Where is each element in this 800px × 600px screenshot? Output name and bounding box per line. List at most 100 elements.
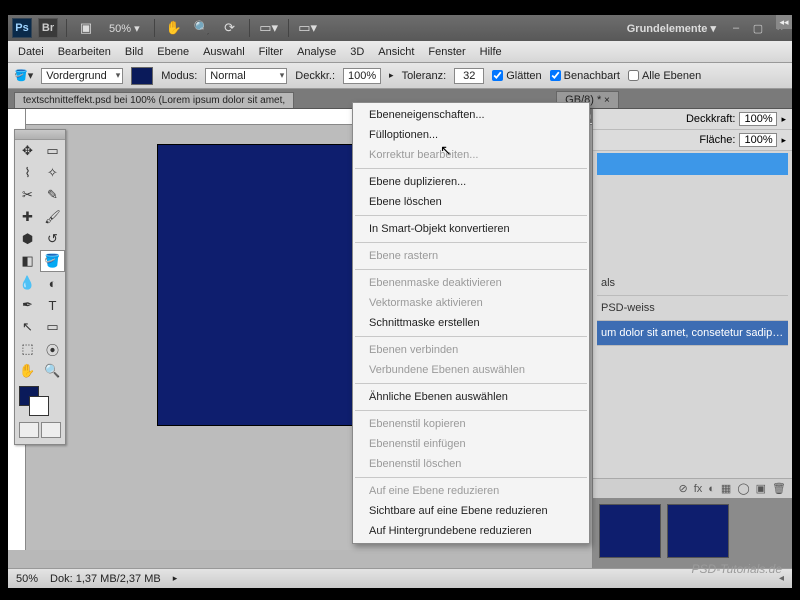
zoom-tool[interactable]: 🔍 <box>40 360 65 382</box>
group-icon[interactable]: ◯ <box>737 482 749 495</box>
layer-item[interactable]: als <box>597 271 788 296</box>
bridge-logo-icon[interactable]: Br <box>38 18 58 38</box>
menu-item: Ebenenstil kopieren <box>353 414 589 434</box>
eyedropper-tool[interactable]: ✎ <box>40 184 65 206</box>
menu-item[interactable]: In Smart-Objekt konvertieren <box>353 219 589 239</box>
layers-panel: Deckkraft: 100% ▸ Fläche: 100% ▸ als PSD… <box>592 109 792 568</box>
arrange-icon[interactable]: ▭▾ <box>258 18 280 38</box>
new-layer-icon[interactable]: ▣ <box>756 482 766 495</box>
tab-main-doc[interactable]: textschnitteffekt.psd bei 100% (Lorem ip… <box>14 92 294 108</box>
fill-source-dropdown[interactable]: Vordergrund <box>41 68 123 84</box>
menu-bearbeiten[interactable]: Bearbeiten <box>58 46 111 58</box>
history-brush-tool[interactable]: ↺ <box>40 228 65 250</box>
menu-ebene[interactable]: Ebene <box>157 46 189 58</box>
opacity-label: Deckkr.: <box>295 70 335 82</box>
dodge-tool[interactable]: ◐ <box>40 272 65 294</box>
zoom-icon[interactable]: 🔍 <box>191 18 213 38</box>
menu-analyse[interactable]: Analyse <box>297 46 336 58</box>
mode-dropdown[interactable]: Normal <box>205 68 287 84</box>
move-tool[interactable]: ✥ <box>15 140 40 162</box>
screen-mode-icon[interactable]: ▭▾ <box>297 18 319 38</box>
background-color[interactable] <box>29 396 49 416</box>
stamp-tool[interactable]: ⬢ <box>15 228 40 250</box>
tolerance-input[interactable]: 32 <box>454 68 484 84</box>
canvas[interactable] <box>158 145 353 425</box>
color-swatches[interactable] <box>15 382 65 420</box>
menu-3d[interactable]: 3D <box>350 46 364 58</box>
toolbox-header[interactable] <box>15 130 65 140</box>
maximize-button[interactable]: ▢ <box>750 22 766 35</box>
doc-thumb[interactable] <box>599 504 661 558</box>
bucket-tool-icon: 🪣▾ <box>14 69 33 82</box>
zoom-display[interactable]: 50% ▾ <box>103 22 146 35</box>
menu-item[interactable]: Ebeneneigenschaften... <box>353 105 589 125</box>
crop-tool[interactable]: ✂ <box>15 184 40 206</box>
opacity-input[interactable]: 100% <box>343 68 381 84</box>
marquee-tool[interactable]: ▭ <box>40 140 65 162</box>
bucket-tool[interactable]: 🪣 <box>40 250 65 272</box>
lasso-tool[interactable]: ⌇ <box>15 162 40 184</box>
antialias-checkbox[interactable]: Glätten <box>492 70 541 82</box>
trash-icon[interactable]: 🗑 <box>772 482 786 495</box>
all-layers-checkbox[interactable]: Alle Ebenen <box>628 70 701 82</box>
rotate-icon[interactable]: ⟳ <box>219 18 241 38</box>
menu-hilfe[interactable]: Hilfe <box>480 46 502 58</box>
layer-context-menu: Ebeneneigenschaften...Fülloptionen...Kor… <box>352 102 590 544</box>
doc-thumb[interactable] <box>667 504 729 558</box>
hand-tool[interactable]: ✋ <box>15 360 40 382</box>
watermark: PSD-Tutorials.de <box>692 562 782 576</box>
hand-icon[interactable]: ✋ <box>163 18 185 38</box>
toolbox: ✥ ▭ ⌇ ✧ ✂ ✎ ✚ 🖌 ⬢ ↺ ◧ 🪣 💧 ◐ ✒ T ↖ ▭ ⬚ ⦿ <box>14 129 66 445</box>
mask-icon[interactable]: ◐ <box>708 483 715 495</box>
menu-datei[interactable]: Datei <box>18 46 44 58</box>
thumbnail-strip <box>593 498 792 568</box>
eraser-tool[interactable]: ◧ <box>15 250 40 272</box>
menu-item[interactable]: Fülloptionen... <box>353 125 589 145</box>
healing-tool[interactable]: ✚ <box>15 206 40 228</box>
quickmask-toggle[interactable] <box>15 420 65 444</box>
quickselect-tool[interactable]: ✧ <box>40 162 65 184</box>
menu-item: Verbundene Ebenen auswählen <box>353 360 589 380</box>
menu-bild[interactable]: Bild <box>125 46 143 58</box>
statusbar: 50% Dok: 1,37 MB/2,37 MB ▸ ◂ <box>8 568 792 588</box>
fx-icon[interactable]: fx <box>694 483 703 495</box>
collapse-right-icon[interactable]: ◂◂ <box>776 15 792 29</box>
layer-list: als PSD-weiss um dolor sit amet, consete… <box>593 177 792 478</box>
menu-item[interactable]: Auf Hintergrundebene reduzieren <box>353 521 589 541</box>
menu-item: Ebenenstil löschen <box>353 454 589 474</box>
menu-item[interactable]: Schnittmaske erstellen <box>353 313 589 333</box>
menu-filter[interactable]: Filter <box>259 46 283 58</box>
layer-item[interactable]: um dolor sit amet, consetetur sadips... <box>597 321 788 346</box>
blur-tool[interactable]: 💧 <box>15 272 40 294</box>
pattern-swatch[interactable] <box>131 67 153 85</box>
menu-item[interactable]: Ähnliche Ebenen auswählen <box>353 387 589 407</box>
menu-ansicht[interactable]: Ansicht <box>378 46 414 58</box>
layer-fill-label: Fläche: <box>699 134 735 146</box>
menu-item[interactable]: Ebene löschen <box>353 192 589 212</box>
menu-auswahl[interactable]: Auswahl <box>203 46 245 58</box>
status-zoom[interactable]: 50% <box>16 573 38 585</box>
minimize-button[interactable]: – <box>728 22 744 34</box>
pen-tool[interactable]: ✒ <box>15 294 40 316</box>
contiguous-checkbox[interactable]: Benachbart <box>550 70 620 82</box>
workspace-switcher[interactable]: Grundelemente ▾ <box>621 22 722 35</box>
adjustment-icon[interactable]: ▦ <box>721 482 731 495</box>
3d-tool[interactable]: ⬚ <box>15 338 40 360</box>
path-tool[interactable]: ↖ <box>15 316 40 338</box>
layer-fill-input[interactable]: 100% <box>739 133 777 147</box>
brush-tool[interactable]: 🖌 <box>40 206 65 228</box>
launch-icon[interactable]: ▣ <box>75 18 97 38</box>
type-tool[interactable]: T <box>40 294 65 316</box>
options-bar: 🪣▾ Vordergrund Modus: Normal Deckkr.: 10… <box>8 63 792 89</box>
menu-item: Auf eine Ebene reduzieren <box>353 481 589 501</box>
shape-tool[interactable]: ▭ <box>40 316 65 338</box>
menu-item[interactable]: Sichtbare auf eine Ebene reduzieren <box>353 501 589 521</box>
link-layers-icon[interactable]: ⊘ <box>678 482 687 495</box>
3d-camera-tool[interactable]: ⦿ <box>40 338 65 360</box>
layer-opacity-input[interactable]: 100% <box>739 112 777 126</box>
layer-item[interactable]: PSD-weiss <box>597 296 788 321</box>
menu-item[interactable]: Ebene duplizieren... <box>353 172 589 192</box>
selected-layer-highlight[interactable] <box>597 153 788 175</box>
menu-item: Ebenen verbinden <box>353 340 589 360</box>
menu-fenster[interactable]: Fenster <box>428 46 465 58</box>
